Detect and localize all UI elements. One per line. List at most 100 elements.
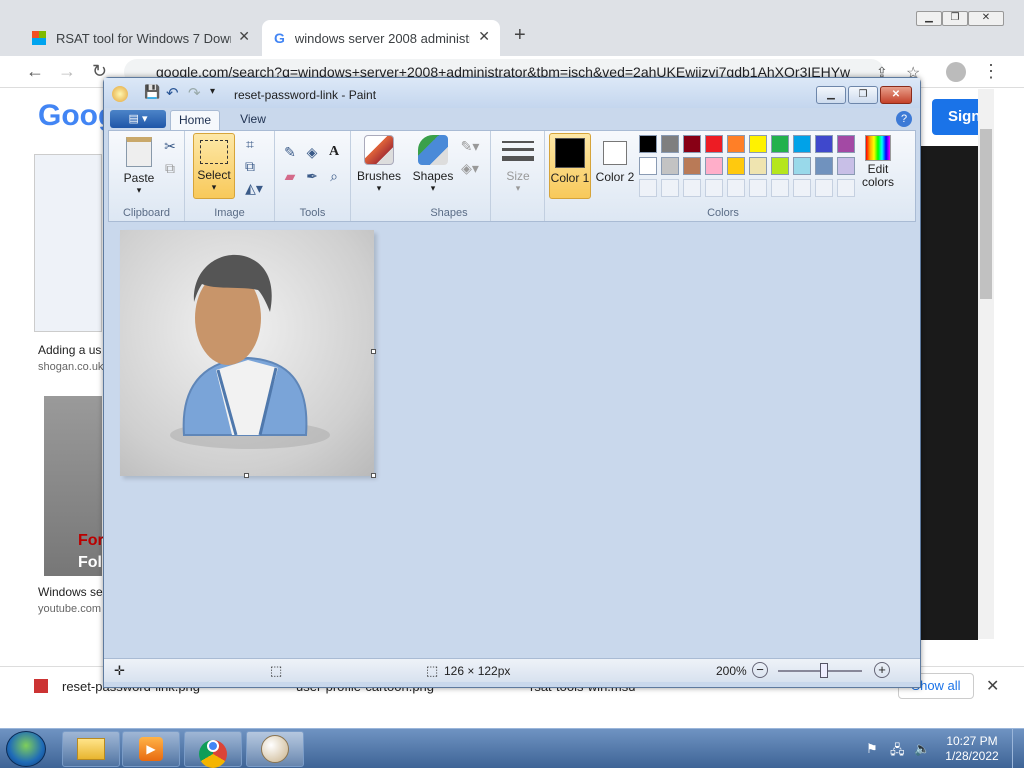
close-tab-icon[interactable]: ✕ (478, 28, 490, 45)
fill-bucket-icon[interactable]: ◈ (303, 143, 321, 161)
show-desktop-button[interactable] (1012, 729, 1024, 768)
outline-icon[interactable]: ✎▾ (457, 137, 483, 155)
custom-color-slot[interactable] (749, 179, 767, 197)
palette-swatch[interactable] (771, 157, 789, 175)
palette-swatch[interactable] (683, 135, 701, 153)
scrollbar[interactable] (978, 89, 994, 639)
brushes-button[interactable]: Brushes ▾ (353, 135, 405, 199)
canvas-area[interactable] (108, 224, 916, 658)
network-icon[interactable]: 🖧 (890, 741, 905, 763)
palette-swatch[interactable] (749, 135, 767, 153)
zoom-out-button[interactable]: − (752, 662, 768, 678)
resize-icon[interactable]: ⧉ (241, 157, 259, 175)
paint-title-bar[interactable]: 💾 ↶ ↷ ▾ reset-password-link - Paint ▁ ❐ … (104, 78, 920, 108)
custom-color-slot[interactable] (661, 179, 679, 197)
result-caption[interactable]: Adding a us (38, 343, 101, 357)
palette-swatch[interactable] (661, 157, 679, 175)
tab-home[interactable]: Home (170, 110, 220, 130)
video-thumbnail[interactable]: For Foll (44, 396, 106, 576)
custom-color-slot[interactable] (705, 179, 723, 197)
action-center-flag-icon[interactable]: ⚑ (866, 741, 878, 757)
new-tab-button[interactable]: + (514, 24, 526, 47)
palette-swatch[interactable] (683, 157, 701, 175)
tab-view[interactable]: View (228, 110, 278, 130)
minimize-icon[interactable]: ▁ (916, 11, 942, 26)
resize-handle-bottom[interactable] (244, 473, 249, 478)
palette-swatch[interactable] (639, 135, 657, 153)
close-icon[interactable]: ✕ (968, 11, 1004, 26)
palette-swatch[interactable] (661, 135, 679, 153)
fill-icon[interactable]: ◈▾ (457, 159, 483, 177)
palette-swatch[interactable] (771, 135, 789, 153)
palette-swatch[interactable] (749, 157, 767, 175)
custom-color-slot[interactable] (727, 179, 745, 197)
menu-icon[interactable]: ⋮ (982, 61, 1000, 82)
paint-close-icon[interactable]: ✕ (880, 86, 912, 104)
browser-tab-rsat[interactable]: RSAT tool for Windows 7 Downlo ✕ (20, 20, 260, 56)
paint-minimize-icon[interactable]: ▁ (816, 86, 846, 104)
color1-button[interactable]: Color 1 (549, 133, 591, 199)
custom-color-slot[interactable] (639, 179, 657, 197)
palette-swatch[interactable] (815, 157, 833, 175)
paint-menu-button[interactable]: ▤ ▾ (110, 110, 166, 128)
rotate-icon[interactable]: ◭▾ (241, 179, 267, 197)
palette-swatch[interactable] (727, 157, 745, 175)
paint-app-icon[interactable] (112, 86, 128, 102)
browser-tab-google[interactable]: G windows server 2008 administra ✕ (262, 20, 500, 56)
forward-icon[interactable]: → (58, 61, 76, 82)
zoom-slider-thumb[interactable] (820, 663, 828, 678)
pencil-icon[interactable]: ✎ (281, 143, 299, 161)
size-button[interactable]: Size ▾ (497, 135, 539, 199)
palette-swatch[interactable] (793, 157, 811, 175)
resize-handle-corner[interactable] (371, 473, 376, 478)
back-icon[interactable]: ← (26, 61, 44, 82)
system-clock[interactable]: 10:27 PM 1/28/2022 (942, 734, 1002, 764)
taskbar-paint[interactable] (246, 731, 304, 767)
palette-swatch[interactable] (837, 157, 855, 175)
custom-color-slot[interactable] (815, 179, 833, 197)
palette-swatch[interactable] (793, 135, 811, 153)
zoom-in-button[interactable]: + (874, 662, 890, 678)
taskbar-explorer[interactable] (62, 731, 120, 767)
save-icon[interactable]: 💾 (144, 84, 160, 100)
shapes-button[interactable]: Shapes ▾ (411, 135, 455, 199)
custom-color-slot[interactable] (771, 179, 789, 197)
resize-handle-right[interactable] (371, 349, 376, 354)
start-button[interactable] (6, 731, 46, 767)
redo-icon[interactable]: ↷ (188, 84, 201, 102)
help-icon[interactable]: ? (896, 111, 912, 127)
volume-icon[interactable]: 🔈 (914, 741, 930, 757)
palette-swatch[interactable] (815, 135, 833, 153)
color-picker-icon[interactable]: ✒ (303, 167, 321, 185)
custom-color-slot[interactable] (683, 179, 701, 197)
cut-icon[interactable]: ✂ (161, 137, 179, 155)
custom-color-slot[interactable] (837, 179, 855, 197)
paste-button[interactable]: Paste ▾ (119, 135, 159, 195)
result-thumbnail[interactable] (34, 154, 102, 332)
palette-swatch[interactable] (639, 157, 657, 175)
eraser-icon[interactable]: ▰ (281, 167, 299, 185)
quick-access-dropdown-icon[interactable]: ▾ (210, 86, 215, 97)
edit-colors-button[interactable]: Edit colors (857, 133, 899, 199)
maximize-icon[interactable]: ❐ (942, 11, 968, 26)
close-tab-icon[interactable]: ✕ (238, 28, 250, 45)
color2-button[interactable]: Color 2 (595, 133, 635, 199)
crop-icon[interactable]: ⌗ (241, 135, 259, 153)
undo-icon[interactable]: ↶ (166, 84, 179, 102)
close-download-bar-icon[interactable]: ✕ (986, 676, 999, 696)
canvas-image[interactable] (120, 230, 376, 478)
select-button[interactable]: Select ▾ (193, 133, 235, 199)
result-caption[interactable]: Windows se (38, 585, 103, 599)
magnifier-icon[interactable]: ⌕ (325, 167, 343, 185)
taskbar-chrome[interactable] (184, 731, 242, 768)
palette-swatch[interactable] (837, 135, 855, 153)
copy-icon[interactable]: ⧉ (161, 159, 179, 177)
palette-swatch[interactable] (705, 135, 723, 153)
palette-swatch[interactable] (705, 157, 723, 175)
profile-icon[interactable] (946, 62, 966, 82)
paint-maximize-icon[interactable]: ❐ (848, 86, 878, 104)
text-tool-icon[interactable]: A (325, 143, 343, 161)
palette-swatch[interactable] (727, 135, 745, 153)
custom-color-slot[interactable] (793, 179, 811, 197)
taskbar-media-player[interactable]: ▶ (122, 731, 180, 767)
